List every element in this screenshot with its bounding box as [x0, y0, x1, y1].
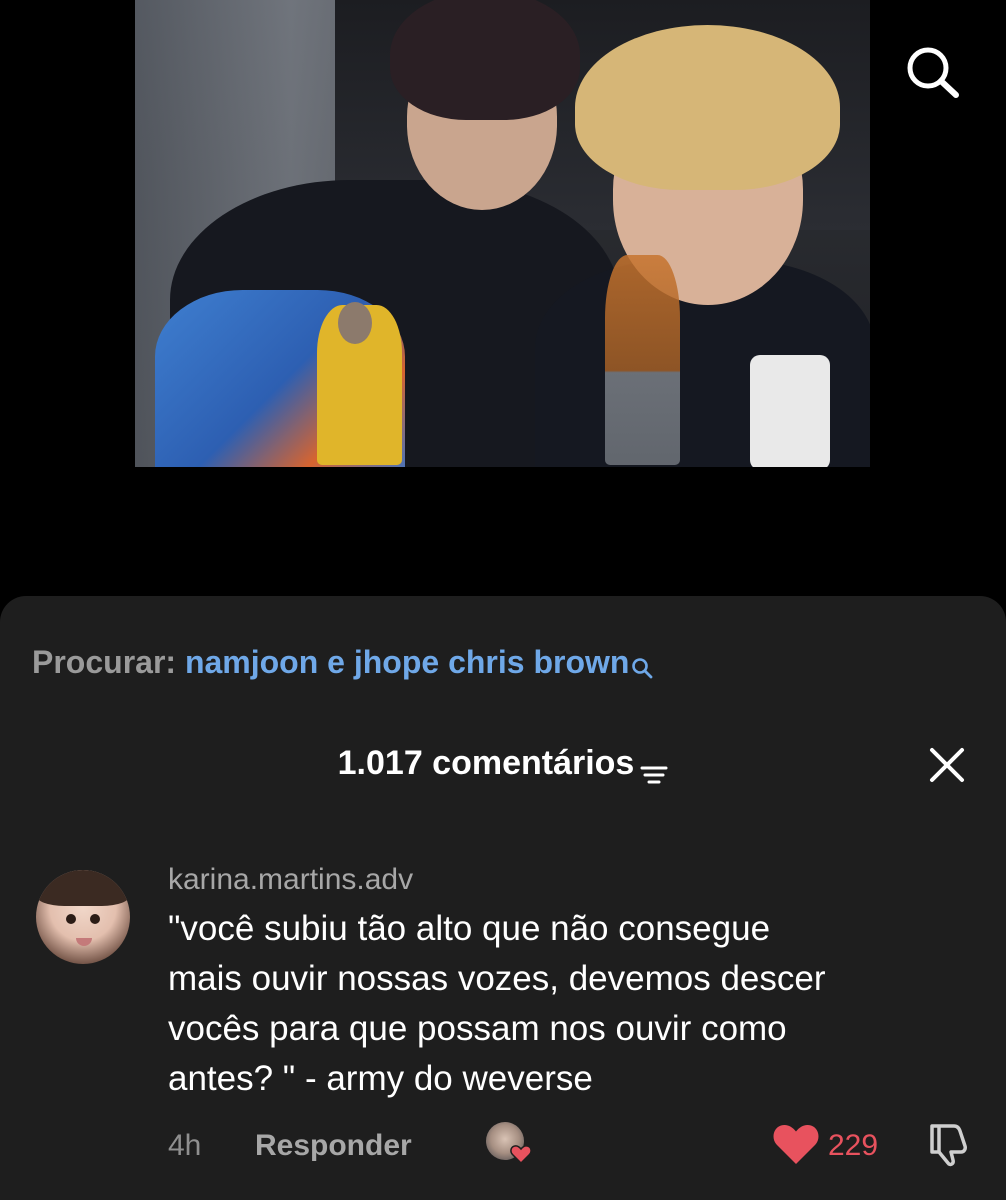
- comments-count-title: 1.017 comentários: [337, 744, 635, 782]
- comment-text: "você subiu tão alto que não consegue ma…: [168, 904, 968, 1104]
- comment-text-line: antes? " - army do weverse: [168, 1059, 593, 1098]
- person-left-hair: [390, 0, 580, 120]
- comments-sheet: Procurar: namjoon e jhope chris brown 1.…: [0, 596, 1006, 1200]
- comment-text-line: mais ouvir nossas vozes, devemos descer: [168, 959, 826, 998]
- comment-time: 4h: [168, 1129, 202, 1162]
- avatar[interactable]: [36, 870, 130, 964]
- like-count: 229: [828, 1129, 879, 1162]
- search-suggestion[interactable]: Procurar: namjoon e jhope chris brown: [32, 636, 653, 688]
- search-suggestion-query[interactable]: namjoon e jhope chris brown: [185, 644, 629, 680]
- creator-liked-badge: [486, 1122, 532, 1166]
- like-button[interactable]: [772, 1122, 820, 1166]
- comments-header: 1.017 comentários: [0, 738, 1006, 788]
- search-icon[interactable]: [902, 44, 962, 100]
- comment-text-line: "você subiu tão alto que não consegue: [168, 909, 771, 948]
- comment-username[interactable]: karina.martins.adv: [168, 858, 413, 902]
- search-suggestion-label: Procurar:: [32, 644, 177, 680]
- person-right-shirt: [750, 355, 830, 467]
- close-button[interactable]: [928, 746, 966, 784]
- search-icon: [631, 642, 653, 679]
- thumbs-down-icon: [930, 1124, 967, 1167]
- heart-icon: [510, 1145, 532, 1164]
- video-frame[interactable]: [135, 0, 870, 467]
- comment-text-line: vocês para que possam nos ouvir como: [168, 1009, 787, 1048]
- reply-button[interactable]: Responder: [255, 1126, 412, 1166]
- tiktok-screen: Procurar: namjoon e jhope chris brown 1.…: [0, 0, 1006, 1200]
- comment-meta: 4h Responder 229: [0, 1116, 1006, 1172]
- filter-icon[interactable]: [640, 751, 668, 784]
- mini-figure-yellow-head: [338, 302, 372, 344]
- dislike-button[interactable]: [924, 1120, 972, 1168]
- heart-icon: [773, 1124, 819, 1164]
- close-icon: [930, 748, 964, 782]
- person-right-hair: [575, 25, 840, 190]
- mini-figure-orange: [605, 255, 680, 465]
